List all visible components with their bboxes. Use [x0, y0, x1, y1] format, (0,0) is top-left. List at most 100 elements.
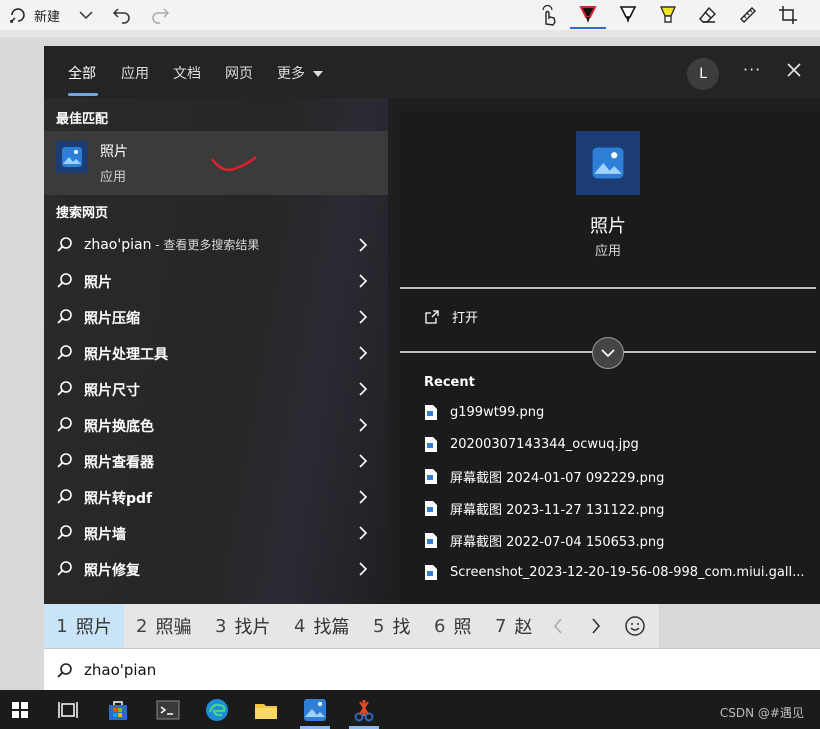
candidate-text: 照 — [453, 617, 472, 638]
web-suggestion[interactable]: 照片查看器 — [44, 443, 388, 479]
recent-file[interactable]: 20200307143344_ocwuq.jpg — [424, 433, 814, 455]
best-match-type: 应用 — [100, 170, 127, 185]
task-view-icon[interactable] — [56, 697, 82, 723]
web-suggestion[interactable]: 照片换底色 — [44, 407, 388, 443]
photos-app-icon — [56, 141, 88, 173]
search-filter-bar: 全部 应用 文档 网页 更多 L ··· — [44, 46, 820, 98]
open-action[interactable]: 打开 — [424, 307, 478, 326]
web-suggestion[interactable]: 照片 — [44, 263, 388, 299]
file-explorer-icon[interactable] — [253, 697, 279, 723]
previous-page-icon[interactable] — [552, 617, 564, 635]
web-suggestion[interactable]: 照片处理工具 — [44, 335, 388, 371]
tab-documents[interactable]: 文档 — [173, 63, 201, 83]
recent-file-name: 屏幕截图 2024-01-07 092229.png — [450, 470, 665, 486]
web-query-text: zhao'pian - 查看更多搜索结果 — [84, 236, 259, 253]
chevron-right-icon — [359, 454, 368, 468]
web-suggestion[interactable]: 照片尺寸 — [44, 371, 388, 407]
chevron-right-icon — [359, 562, 368, 576]
candidate-number: 5 — [373, 615, 385, 637]
eraser-icon[interactable] — [698, 4, 718, 26]
store-icon[interactable] — [105, 697, 131, 723]
edge-browser-icon[interactable] — [204, 697, 230, 723]
candidate-number: 1 — [56, 615, 68, 637]
chevron-right-icon — [359, 310, 368, 324]
ime-candidate[interactable]: 6照 — [434, 604, 471, 648]
web-query-suffix: - 查看更多搜索结果 — [151, 238, 260, 252]
tab-more[interactable]: 更多 — [277, 63, 324, 83]
crop-icon[interactable] — [778, 4, 798, 26]
web-suggestion-label: 照片查看器 — [84, 455, 154, 471]
ime-candidate[interactable]: 7赵 — [495, 604, 532, 648]
close-icon[interactable] — [786, 62, 802, 78]
web-suggestion[interactable]: 照片压缩 — [44, 299, 388, 335]
image-file-icon — [425, 564, 437, 580]
best-match-heading: 最佳匹配 — [56, 112, 109, 127]
results-list: 最佳匹配 照片 应用 搜索网页 zhao'pian - 查看更多搜索结果 照片 … — [44, 98, 388, 604]
avatar[interactable]: L — [687, 58, 719, 90]
search-icon — [57, 489, 72, 504]
search-icon — [57, 345, 72, 360]
recent-file[interactable]: 屏幕截图 2022-07-04 150653.png — [424, 529, 814, 551]
tab-web[interactable]: 网页 — [225, 63, 253, 83]
highlighter-icon[interactable] — [658, 4, 678, 26]
tab-all[interactable]: 全部 — [68, 63, 96, 83]
chevron-right-icon — [359, 382, 368, 396]
ime-candidate[interactable]: 2 照骗 — [136, 604, 191, 648]
search-box[interactable]: zhao'pian — [44, 648, 820, 691]
red-ink-annotation — [210, 156, 257, 172]
image-file-icon — [425, 436, 437, 452]
ime-candidate[interactable]: 1 照片 — [44, 604, 124, 648]
active-tab-indicator — [68, 93, 98, 96]
tab-apps[interactable]: 应用 — [121, 63, 149, 83]
candidate-text: 照骗 — [155, 617, 192, 638]
ruler-icon[interactable] — [738, 4, 758, 26]
chevron-down-icon — [601, 349, 615, 358]
best-match-name: 照片 — [100, 144, 128, 160]
undo-icon[interactable] — [112, 4, 132, 26]
search-icon — [57, 237, 72, 252]
web-search-heading: 搜索网页 — [56, 206, 109, 221]
search-icon — [57, 561, 72, 576]
web-suggestion[interactable]: 照片修复 — [44, 551, 388, 587]
ime-candidate-bar: 1 照片 2 照骗 3 找片 4 找篇 5找 6照 7赵 — [44, 604, 659, 648]
pencil-icon[interactable] — [618, 4, 638, 26]
candidate-number: 2 — [136, 615, 148, 637]
ime-candidate[interactable]: 4 找篇 — [294, 604, 349, 648]
search-input[interactable]: zhao'pian — [84, 661, 156, 679]
chevron-right-icon — [359, 418, 368, 432]
photos-taskbar-icon[interactable] — [302, 697, 328, 723]
recent-file[interactable]: g199wt99.png — [424, 401, 814, 423]
windows-start-icon[interactable] — [0, 690, 40, 729]
web-search-more-results[interactable]: zhao'pian - 查看更多搜索结果 — [44, 227, 388, 263]
best-match-item[interactable]: 照片 应用 — [44, 131, 388, 195]
ime-candidate[interactable]: 3 找片 — [215, 604, 270, 648]
new-dropdown-chevron-icon[interactable] — [78, 4, 94, 26]
web-suggestion-label: 照片修复 — [84, 563, 140, 579]
ime-candidate[interactable]: 5找 — [373, 604, 410, 648]
terminal-icon[interactable] — [155, 697, 181, 723]
chevron-right-icon — [359, 490, 368, 504]
candidate-number: 7 — [495, 615, 507, 637]
emoji-icon[interactable] — [624, 615, 646, 637]
snip-sketch-icon[interactable] — [351, 697, 377, 723]
redo-icon[interactable] — [150, 4, 170, 26]
expand-chevron-button[interactable] — [592, 337, 624, 369]
candidate-number: 6 — [434, 615, 446, 637]
web-suggestion[interactable]: 照片墙 — [44, 515, 388, 551]
recent-file[interactable]: Screenshot_2023-12-20-19-56-08-998_com.m… — [424, 561, 814, 583]
recent-file-name: 屏幕截图 2022-07-04 150653.png — [450, 534, 665, 550]
search-icon — [57, 453, 72, 468]
more-options-icon[interactable]: ··· — [743, 60, 761, 79]
next-page-icon[interactable] — [590, 617, 602, 635]
caret-down-icon — [313, 71, 324, 77]
start-search-menu: 全部 应用 文档 网页 更多 L ··· 最佳匹配 照片 应用 搜索网页 zha… — [44, 46, 820, 604]
web-query: zhao'pian — [84, 237, 152, 253]
recent-file[interactable]: 屏幕截图 2024-01-07 092229.png — [424, 465, 814, 487]
touch-writing-icon[interactable] — [538, 4, 560, 26]
recent-file[interactable]: 屏幕截图 2023-11-27 131122.png — [424, 497, 814, 519]
recent-heading: Recent — [424, 375, 475, 390]
ballpoint-pen-icon[interactable] — [578, 4, 598, 26]
recent-file-name: 屏幕截图 2023-11-27 131122.png — [450, 502, 665, 518]
web-suggestion[interactable]: 照片转pdf — [44, 479, 388, 515]
new-snip-button[interactable]: 新建 — [8, 4, 60, 26]
